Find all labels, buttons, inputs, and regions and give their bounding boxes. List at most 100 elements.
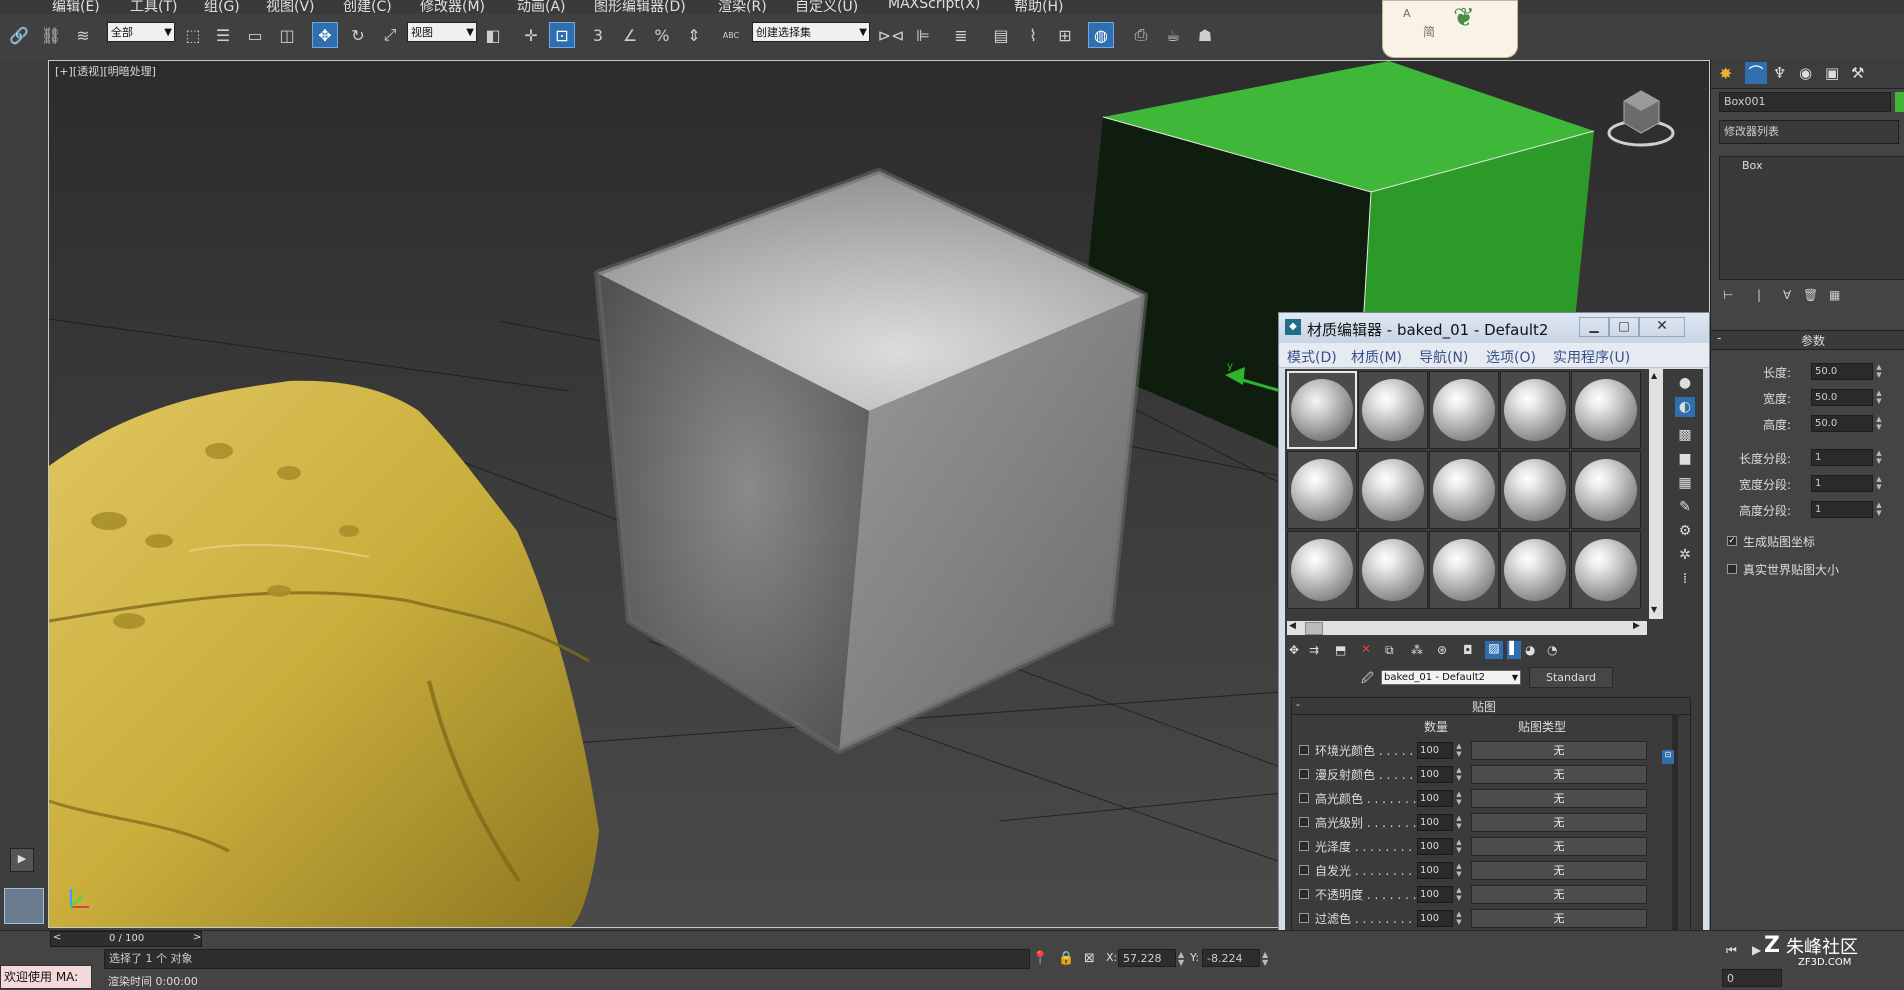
material-name-field[interactable]: baked_01 - Default2 ▼ (1381, 670, 1521, 685)
snap-toggle-icon[interactable]: 3 (585, 22, 611, 48)
sample-slot[interactable] (1571, 531, 1641, 609)
background-icon[interactable]: ▩ (1675, 425, 1695, 445)
sample-slot[interactable] (1571, 451, 1641, 529)
scroll-left-icon[interactable]: ◀ (1289, 621, 1296, 631)
spinner-snap-icon[interactable]: ⇕ (681, 22, 707, 48)
real-world-map-checkbox[interactable] (1727, 564, 1737, 574)
menu-create[interactable]: 创建(C) (343, 0, 392, 14)
map-enable-checkbox[interactable] (1299, 913, 1309, 923)
modifier-list-select[interactable]: 修改器列表 (1719, 120, 1899, 144)
gold-rock[interactable] (49, 380, 599, 927)
spinner-icon[interactable]: ▲▼ (1262, 951, 1268, 967)
gen-map-coords-checkbox[interactable]: ✓ (1727, 536, 1737, 546)
maximize-icon[interactable]: □ (1609, 317, 1639, 337)
sample-slot[interactable] (1571, 371, 1641, 449)
map-enable-checkbox[interactable] (1299, 817, 1309, 827)
spinner-icon[interactable]: ▲▼ (1875, 475, 1883, 492)
mini-viewport-icon[interactable] (4, 888, 44, 924)
uv-tiling-icon[interactable]: ■ (1675, 449, 1695, 469)
menu-view[interactable]: 视图(V) (266, 0, 315, 14)
map-enable-checkbox[interactable] (1299, 769, 1309, 779)
menu-material[interactable]: 材质(M) (1351, 347, 1402, 367)
edit-named-sel-icon[interactable]: ABC (718, 22, 744, 48)
material-id-icon[interactable]: ◘ (1463, 643, 1473, 657)
sample-slot[interactable] (1287, 451, 1357, 529)
next-frame-icon[interactable]: > (193, 932, 201, 943)
menu-animation[interactable]: 动画(A) (517, 0, 566, 14)
display-tab-icon[interactable]: ▣ (1825, 64, 1839, 82)
map-enable-checkbox[interactable] (1299, 745, 1309, 755)
slots-hscroll[interactable]: ◀ ▶ (1287, 621, 1647, 635)
spinner-icon[interactable]: ▲▼ (1455, 838, 1463, 855)
motion-tab-icon[interactable]: ◉ (1799, 64, 1812, 82)
select-rotate-icon[interactable]: ↻ (345, 22, 371, 48)
map-enable-checkbox[interactable] (1299, 865, 1309, 875)
map-slot-button[interactable]: 无 (1471, 837, 1647, 856)
assign-to-selection-icon[interactable]: ⬒ (1335, 643, 1346, 657)
params-rollout-header[interactable]: - 参数 (1711, 330, 1904, 350)
lock-icon[interactable]: 🔒 (1058, 951, 1074, 966)
map-enable-checkbox[interactable] (1299, 841, 1309, 851)
menu-utilities[interactable]: 实用程序(U) (1553, 347, 1630, 367)
sample-slot[interactable] (1358, 531, 1428, 609)
render-production-icon[interactable]: ☗ (1192, 22, 1218, 48)
play-expand-icon[interactable]: ▶ (10, 848, 34, 872)
map-enable-checkbox[interactable] (1299, 889, 1309, 899)
go-to-start-icon[interactable]: ⏮ (1726, 943, 1737, 958)
select-by-name-icon[interactable]: ☰ (210, 22, 236, 48)
prev-frame-icon[interactable]: < (53, 932, 61, 943)
absolute-mode-icon[interactable]: ⊠ (1084, 951, 1095, 966)
map-amount-field[interactable]: 100 (1417, 838, 1453, 855)
spinner-icon[interactable]: ▲▼ (1875, 449, 1883, 466)
sample-slot[interactable] (1429, 531, 1499, 609)
map-slot-button[interactable]: 无 (1471, 885, 1647, 904)
menu-tools[interactable]: 工具(T) (130, 0, 177, 14)
menu-edit[interactable]: 编辑(E) (52, 0, 100, 14)
reset-material-icon[interactable]: ✕ (1361, 642, 1371, 656)
param-value-field[interactable]: 50.0 (1811, 415, 1873, 432)
layer-manager-icon[interactable]: ≣ (948, 22, 974, 48)
material-type-button[interactable]: Standard (1529, 667, 1613, 688)
sample-slot[interactable] (1429, 451, 1499, 529)
go-forward-sibling-icon[interactable]: ◔ (1547, 643, 1557, 657)
param-value-field[interactable]: 50.0 (1811, 363, 1873, 380)
menu-group[interactable]: 组(G) (204, 0, 240, 14)
stack-item-box[interactable]: Box (1742, 159, 1762, 172)
map-amount-field[interactable]: 100 (1417, 886, 1453, 903)
menu-modifiers[interactable]: 修改器(M) (420, 0, 485, 14)
align-icon[interactable]: ⊫ (910, 22, 936, 48)
options-icon[interactable]: ⚙ (1675, 521, 1695, 541)
scroll-up-icon[interactable]: ▲ (1651, 371, 1657, 380)
schematic-view-icon[interactable]: ⊞ (1052, 22, 1078, 48)
map-slot-button[interactable]: 无 (1471, 741, 1647, 760)
x-coord-field[interactable]: 57.228 (1118, 949, 1176, 967)
spinner-icon[interactable]: ▲▼ (1875, 415, 1883, 432)
time-slider[interactable]: < 0 / 100 > (50, 931, 202, 947)
create-tab-icon[interactable]: ✸ (1719, 64, 1732, 83)
video-color-check-icon[interactable]: ▦ (1675, 473, 1695, 493)
material-editor-icon[interactable]: ◍ (1088, 22, 1114, 48)
map-slot-button[interactable]: 无 (1471, 813, 1647, 832)
make-unique-icon[interactable]: ⁂ (1411, 643, 1423, 657)
spinner-icon[interactable]: ▲▼ (1455, 886, 1463, 903)
remove-modifier-icon[interactable]: 🗑 (1803, 288, 1818, 302)
play-icon[interactable]: ▶ (1752, 943, 1761, 957)
scene-explorer-icon[interactable]: ▤ (988, 22, 1014, 48)
spinner-icon[interactable]: ▲▼ (1875, 501, 1883, 518)
selection-filter-select[interactable]: 全部 ▼ (107, 22, 175, 42)
go-to-parent-icon[interactable]: ◕ (1525, 643, 1535, 657)
sample-slot[interactable] (1500, 531, 1570, 609)
y-coord-field[interactable]: -8.224 (1202, 949, 1260, 967)
object-name-field[interactable]: Box001 (1719, 92, 1891, 112)
spinner-icon[interactable]: ▲▼ (1178, 951, 1184, 967)
hierarchy-tab-icon[interactable]: ♆ (1773, 64, 1786, 82)
select-move-icon[interactable]: ✥ (312, 22, 338, 48)
spinner-icon[interactable]: ▲▼ (1455, 742, 1463, 759)
pin-stack-icon[interactable]: ⊢ (1723, 288, 1733, 302)
put-to-library-icon[interactable]: ⊛ (1437, 643, 1447, 657)
menu-customize[interactable]: 自定义(U) (795, 0, 858, 14)
window-crossing-icon[interactable]: ◫ (274, 22, 300, 48)
map-slot-button[interactable]: 无 (1471, 909, 1647, 928)
get-material-icon[interactable]: ✥ (1289, 643, 1299, 657)
spinner-icon[interactable]: ▲▼ (1455, 910, 1463, 927)
